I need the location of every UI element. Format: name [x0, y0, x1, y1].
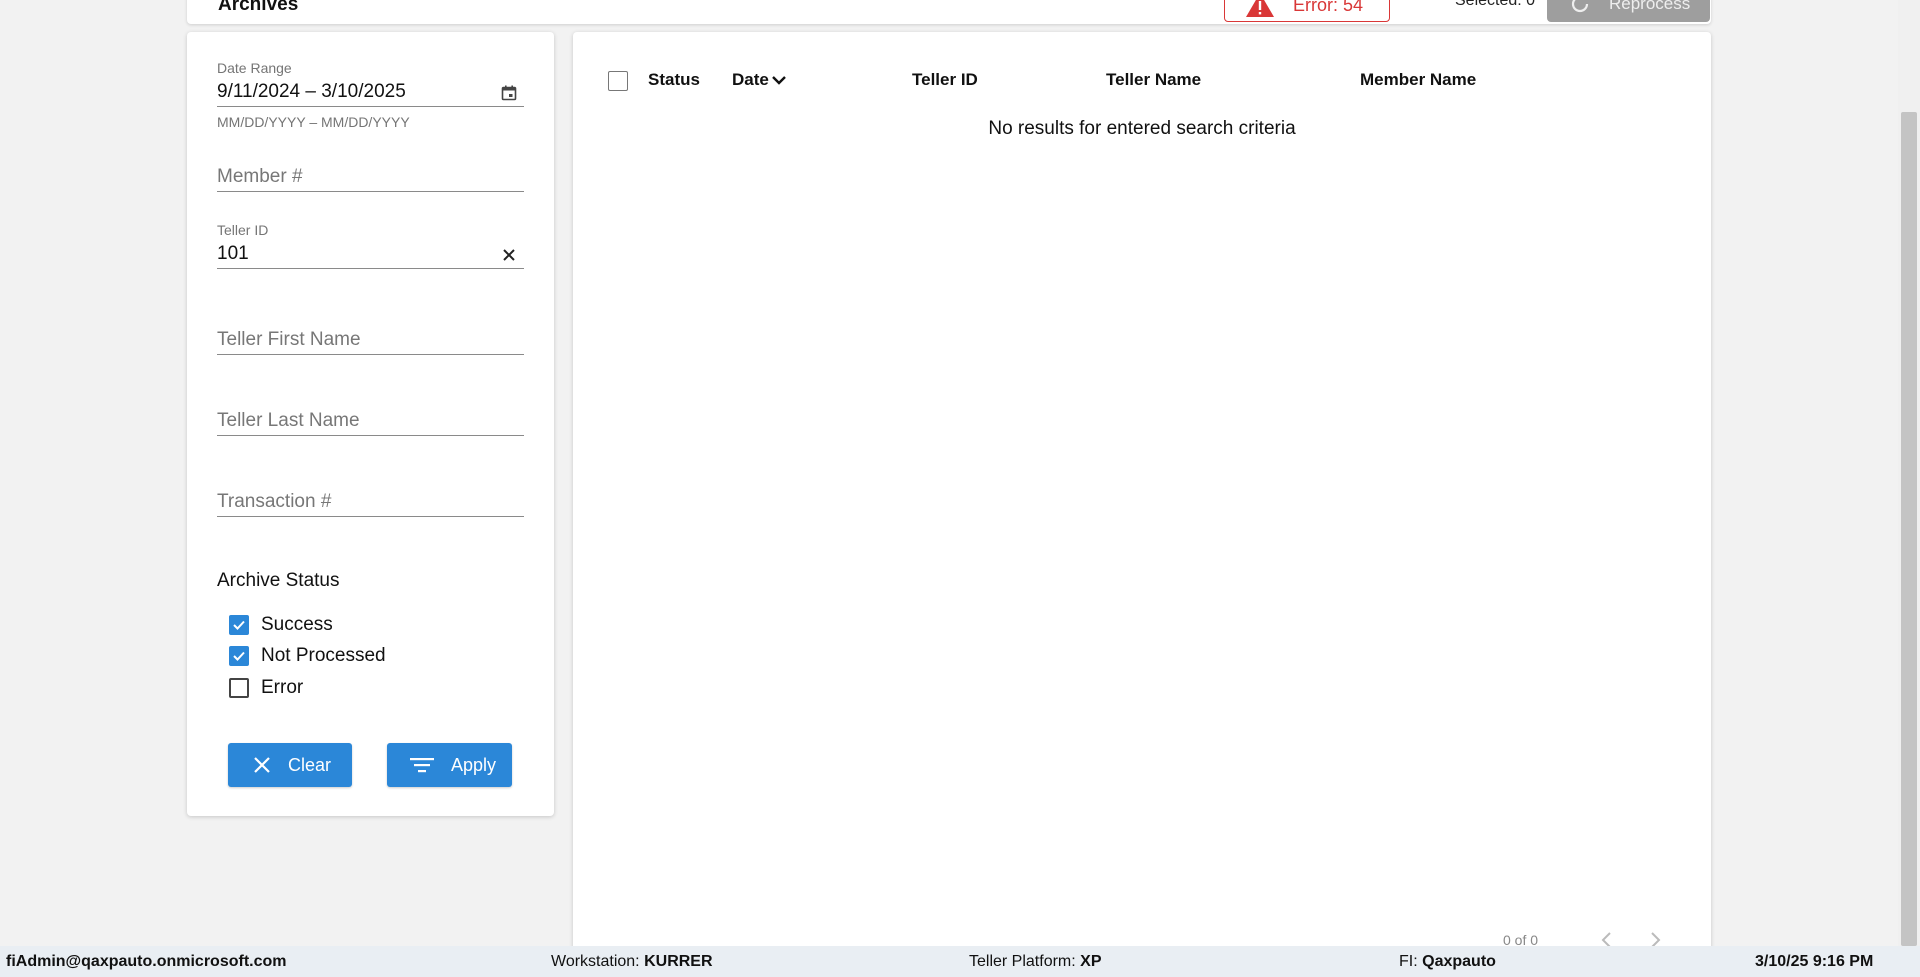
selected-count: Selected: 0: [1455, 0, 1536, 9]
column-header-date[interactable]: Date: [732, 70, 787, 90]
column-header-label: Date: [732, 70, 769, 89]
select-all-checkbox[interactable]: [608, 71, 628, 91]
teller-first-name-field[interactable]: Teller First Name: [217, 325, 524, 355]
status-option-success[interactable]: Success: [229, 614, 333, 636]
status-bar-workstation: Workstation: KURRER: [551, 953, 713, 970]
date-range-field[interactable]: Date Range 9/11/2024 – 3/10/2025 MM/DD/Y…: [217, 60, 524, 130]
status-bar-platform: Teller Platform: XP: [969, 953, 1102, 970]
teller-last-name-input[interactable]: Teller Last Name: [217, 406, 524, 436]
scrollbar-thumb[interactable]: [1901, 112, 1917, 946]
close-icon: [254, 757, 270, 773]
empty-results-message: No results for entered search criteria: [988, 118, 1296, 139]
page-title: Archives: [218, 0, 299, 15]
column-header-label: Member Name: [1360, 70, 1477, 89]
member-number-input[interactable]: Member #: [217, 162, 524, 192]
status-option-label: Not Processed: [261, 645, 386, 666]
checkbox-not-processed[interactable]: [229, 646, 249, 666]
date-range-label: Date Range: [217, 60, 292, 76]
column-header-teller-id[interactable]: Teller ID: [912, 70, 978, 90]
column-header-label: Teller Name: [1106, 70, 1202, 89]
status-bar-datetime: 3/10/25 9:16 PM: [1755, 953, 1874, 970]
teller-id-value: 101: [217, 243, 249, 264]
status-option-label: Success: [261, 614, 333, 635]
status-option-error[interactable]: Error: [229, 677, 303, 699]
filter-panel: Date Range 9/11/2024 – 3/10/2025 MM/DD/Y…: [187, 32, 554, 816]
warning-icon: [1246, 0, 1274, 17]
column-header-label: Status: [648, 70, 700, 89]
clear-field-icon[interactable]: [500, 246, 518, 264]
column-header-status[interactable]: Status: [648, 70, 700, 90]
teller-id-field[interactable]: Teller ID 101: [217, 222, 524, 269]
apply-label: Apply: [451, 754, 497, 775]
column-header-member-name[interactable]: Member Name: [1360, 70, 1476, 90]
status-option-label: Error: [261, 677, 304, 698]
refresh-icon: [1571, 0, 1589, 13]
error-count-badge[interactable]: Error: 54: [1224, 0, 1390, 22]
date-range-value: 9/11/2024 – 3/10/2025: [217, 81, 406, 102]
filter-icon: [410, 758, 434, 773]
status-bar-user: fiAdmin@qaxpauto.onmicrosoft.com: [6, 953, 287, 970]
clear-button[interactable]: Clear: [228, 743, 352, 787]
teller-id-input[interactable]: 101: [217, 239, 524, 269]
calendar-icon[interactable]: [500, 84, 518, 102]
status-bar-fi: FI: Qaxpauto: [1399, 953, 1496, 970]
status-bar: fiAdmin@qaxpauto.onmicrosoft.com Worksta…: [0, 946, 1920, 977]
member-number-field[interactable]: Member #: [217, 162, 524, 192]
teller-last-name-field[interactable]: Teller Last Name: [217, 406, 524, 436]
transaction-number-field[interactable]: Transaction #: [217, 487, 524, 517]
results-panel: Status Date Teller ID Teller Name Member…: [573, 32, 1711, 952]
reprocess-label: Reprocess: [1609, 0, 1691, 13]
date-range-hint: MM/DD/YYYY – MM/DD/YYYY: [217, 114, 410, 130]
apply-button[interactable]: Apply: [387, 743, 512, 787]
chevron-down-icon: [772, 76, 786, 85]
status-option-not-processed[interactable]: Not Processed: [229, 645, 386, 667]
column-header-label: Teller ID: [912, 70, 978, 89]
reprocess-button[interactable]: Reprocess: [1547, 0, 1710, 22]
teller-first-name-input[interactable]: Teller First Name: [217, 325, 524, 355]
transaction-number-input[interactable]: Transaction #: [217, 487, 524, 517]
checkbox-success[interactable]: [229, 615, 249, 635]
archive-status-heading: Archive Status: [217, 570, 340, 591]
date-range-input[interactable]: 9/11/2024 – 3/10/2025: [217, 77, 524, 107]
clear-label: Clear: [288, 754, 332, 775]
checkbox-error[interactable]: [229, 678, 249, 698]
error-count-label: Error: 54: [1293, 0, 1364, 15]
column-header-teller-name[interactable]: Teller Name: [1106, 70, 1201, 90]
teller-id-label: Teller ID: [217, 222, 269, 238]
